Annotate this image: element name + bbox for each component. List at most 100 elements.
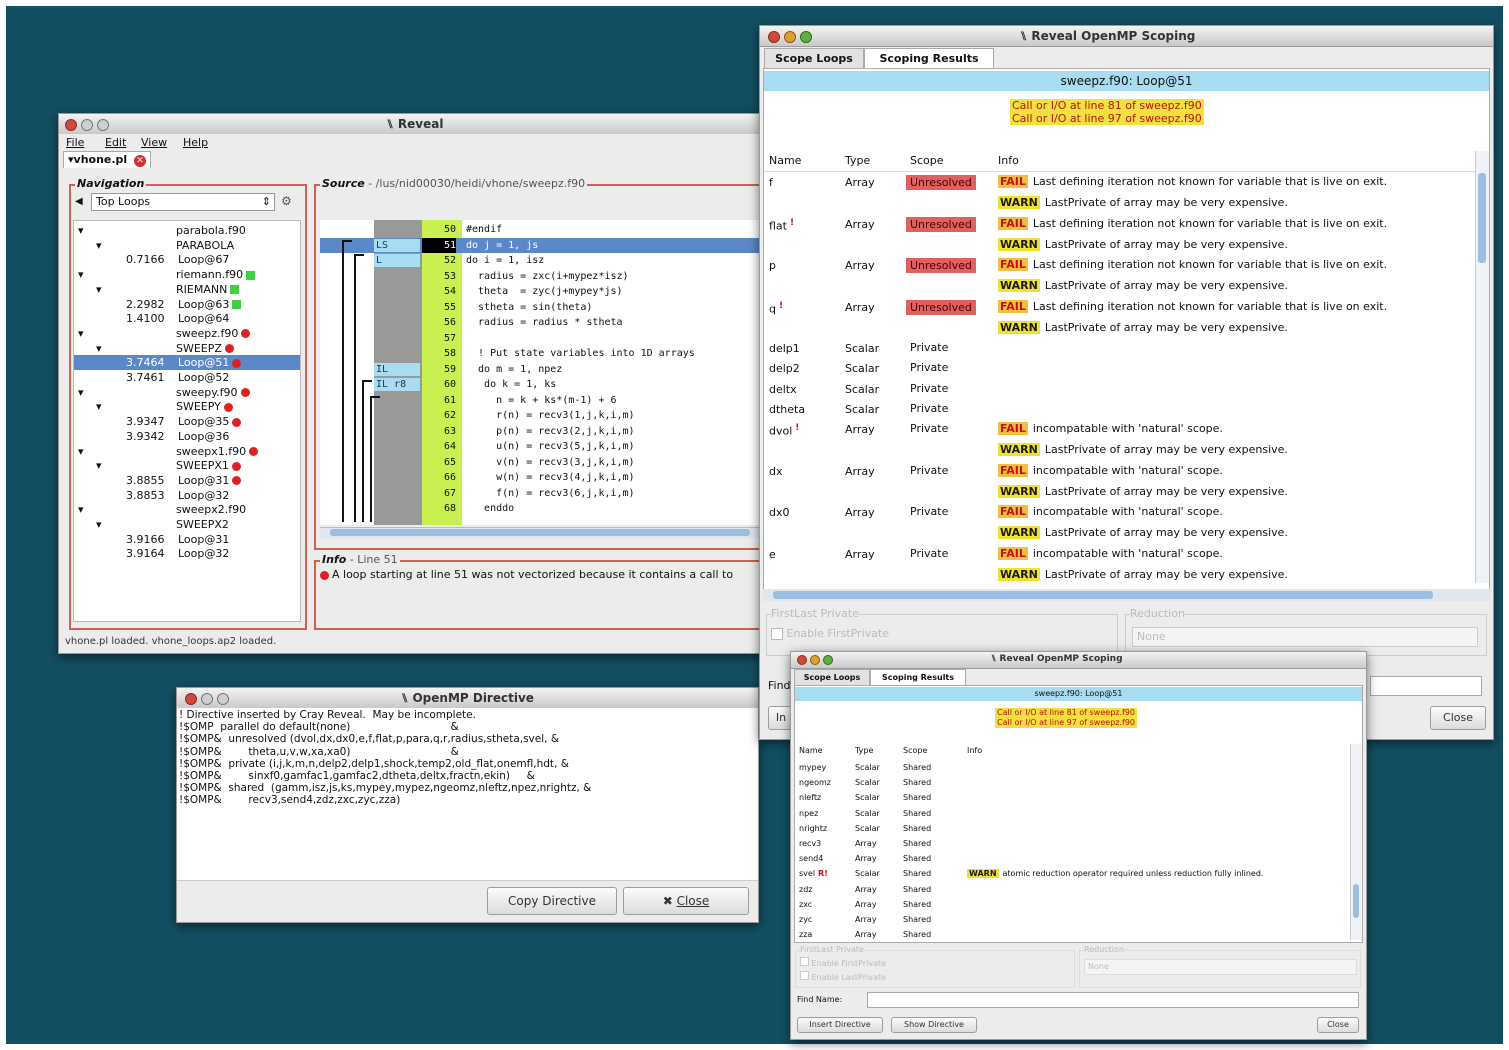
table-row[interactable]: deltx Scalar Private — [764, 380, 1475, 400]
nav-tree-item[interactable]: ▾ riemann.f90 — [74, 267, 300, 282]
table-row[interactable]: dx0 Array Private FAIL incompatable with 'na… — [764, 503, 1475, 545]
var-scope[interactable]: Shared — [903, 821, 931, 836]
close-tab-icon[interactable]: ✕ — [134, 155, 147, 167]
var-scope[interactable]: Shared — [903, 851, 931, 866]
tree-expand-icon[interactable]: ▾ — [78, 502, 84, 517]
insert-directive-button[interactable]: Insert Directive — [797, 1017, 883, 1033]
nav-tree-item[interactable]: ▾ sweepz.f90 — [74, 326, 300, 341]
table-row[interactable]: e Array Private FAIL incompatable with 'natu… — [764, 545, 1475, 583]
nav-tree-item[interactable]: 3.8855 Loop@31 — [74, 473, 300, 488]
var-scope[interactable]: Unresolved — [906, 175, 976, 190]
source-line[interactable]: 50 #endif — [320, 222, 771, 237]
reduction-select[interactable]: None — [1132, 627, 1478, 647]
source-line[interactable]: 67 f(n) = recv3(6,j,k,i,m) — [320, 486, 771, 501]
var-scope[interactable]: Unresolved — [906, 258, 976, 273]
table-row[interactable]: dvol! Array Private FAIL incompatable with '… — [764, 420, 1475, 462]
table-row[interactable]: flat! Array Unresolved FAIL Last defining it… — [764, 215, 1475, 257]
nav-select[interactable]: Top Loops ⇕ — [91, 193, 275, 211]
source-line[interactable]: IL r8 60 do k = 1, ks — [320, 377, 771, 392]
column-scope[interactable]: Scope — [903, 746, 927, 755]
source-line[interactable]: 55 stheta = sin(theta) — [320, 300, 771, 315]
nav-tree-item[interactable]: ▾ RIEMANN — [74, 282, 300, 297]
tab-scope-loops[interactable]: Scope Loops — [794, 669, 870, 685]
find-name-input[interactable] — [867, 992, 1359, 1008]
source-line[interactable]: 58 ! Put state variables into 1D arrays — [320, 346, 771, 361]
nav-tree-item[interactable]: 3.8853 Loop@32 — [74, 488, 300, 503]
nav-tree-item[interactable]: ▾ sweepy.f90 — [74, 385, 300, 400]
tree-expand-icon[interactable]: ▾ — [78, 267, 84, 282]
table-row[interactable]: q! Array Unresolved FAIL Last defining itera… — [764, 298, 1475, 340]
table-row[interactable]: delp2 Scalar Private — [764, 359, 1475, 379]
results-vscrollbar[interactable] — [1475, 151, 1489, 583]
source-hscroll-thumb[interactable] — [330, 529, 750, 536]
nav-tree-item[interactable]: ▾ parabola.f90 — [74, 223, 300, 238]
enable-firstprivate-checkbox[interactable]: Enable FirstPrivate — [771, 627, 889, 640]
nav-tree-item[interactable]: ▾ SWEEPX2 — [74, 517, 300, 532]
source-line[interactable]: IL 59 do m = 1, npez — [320, 362, 771, 377]
enable-firstprivate-checkbox[interactable]: Enable FirstPrivate — [800, 957, 886, 968]
var-scope[interactable]: Shared — [903, 882, 931, 897]
enable-lastprivate-checkbox[interactable]: Enable LastPrivate — [800, 971, 886, 982]
var-scope[interactable]: Private — [910, 382, 948, 395]
column-name[interactable]: Name — [769, 154, 801, 167]
table-row[interactable]: npez Scalar Shared — [795, 806, 1350, 821]
var-scope[interactable]: Shared — [903, 866, 931, 881]
source-line[interactable]: 65 v(n) = recv3(3,j,k,i,m) — [320, 455, 771, 470]
table-row[interactable]: delp1 Scalar Private — [764, 339, 1475, 359]
source-line[interactable]: 63 p(n) = recv3(2,j,k,i,m) — [320, 424, 771, 439]
hscroll-thumb[interactable] — [773, 591, 1433, 599]
source-line[interactable]: 57 — [320, 331, 771, 346]
tab-scoping-results[interactable]: Scoping Results — [870, 669, 966, 685]
nav-tree-item[interactable]: 3.7461 Loop@52 — [74, 370, 300, 385]
table-row[interactable]: svel R! Scalar Shared WARN atomic reduction o… — [795, 866, 1350, 881]
nav-tree-item[interactable]: ▾ SWEEPY — [74, 399, 300, 414]
var-scope[interactable]: Shared — [903, 790, 931, 805]
source-line[interactable]: 54 theta = zyc(j+mypey*js) — [320, 284, 771, 299]
menu-edit[interactable]: Edit — [105, 136, 126, 149]
nav-tree-item[interactable]: ▾ sweepx2.f90 — [74, 502, 300, 517]
tree-expand-icon[interactable]: ▾ — [96, 399, 102, 414]
var-scope[interactable]: Private — [910, 361, 948, 374]
var-scope[interactable]: Shared — [903, 897, 931, 912]
table-row[interactable]: zza Array Shared — [795, 927, 1350, 940]
results-vscrollbar[interactable] — [1350, 744, 1362, 940]
table-row[interactable]: dtheta Scalar Private — [764, 400, 1475, 420]
source-line[interactable]: 56 radius = radius * stheta — [320, 315, 771, 330]
var-scope[interactable]: Shared — [903, 836, 931, 851]
source-line[interactable]: 53 radius = zxc(i+mypez*isz) — [320, 269, 771, 284]
var-scope[interactable]: Unresolved — [906, 216, 976, 232]
tree-expand-icon[interactable]: ▾ — [78, 223, 84, 238]
nav-tree-item[interactable]: 3.9166 Loop@31 — [74, 532, 300, 547]
column-info[interactable]: Info — [998, 154, 1019, 167]
nav-tree-item[interactable]: 2.2982 Loop@63 — [74, 297, 300, 312]
tab-scoping-results[interactable]: Scoping Results — [864, 48, 994, 69]
table-row[interactable]: f Array Unresolved FAIL Last defining iterat… — [764, 173, 1475, 215]
nav-tree-item[interactable]: 3.9347 Loop@35 — [74, 414, 300, 429]
source-line[interactable]: 66 w(n) = recv3(4,j,k,i,m) — [320, 470, 771, 485]
nav-tree-item[interactable]: 3.9164 Loop@32 — [74, 546, 300, 561]
table-row[interactable]: nrightz Scalar Shared — [795, 821, 1350, 836]
var-scope[interactable]: Private — [910, 422, 948, 435]
table-row[interactable]: recv3 Array Shared — [795, 836, 1350, 851]
nav-tree-item[interactable]: ▾ SWEEPX1 — [74, 458, 300, 473]
tree-expand-icon[interactable]: ▾ — [78, 444, 84, 459]
table-row[interactable]: mypey Scalar Shared — [795, 760, 1350, 775]
table-row[interactable]: zyc Array Shared — [795, 912, 1350, 927]
var-scope[interactable]: Private — [910, 402, 948, 415]
copy-directive-button[interactable]: Copy Directive — [487, 887, 617, 915]
close-button[interactable]: Close — [1317, 1017, 1359, 1033]
vscroll-thumb[interactable] — [1478, 173, 1486, 263]
file-tab[interactable]: ▾vhone.pl ✕ — [63, 151, 152, 168]
close-button[interactable]: Close — [1430, 706, 1486, 730]
table-row[interactable]: send4 Array Shared — [795, 851, 1350, 866]
close-button[interactable]: ✖ Close — [623, 887, 749, 915]
vscroll-thumb[interactable] — [1353, 884, 1359, 918]
nav-back-icon[interactable]: ◀ — [75, 196, 83, 207]
tree-expand-icon[interactable]: ▾ — [78, 385, 84, 400]
tab-scope-loops[interactable]: Scope Loops — [764, 48, 864, 69]
var-scope[interactable]: Unresolved — [906, 299, 976, 315]
tree-expand-icon[interactable]: ▾ — [96, 458, 102, 473]
source-line[interactable]: L 52 do i = 1, isz — [320, 253, 771, 268]
nav-tree-item[interactable]: ▾ sweepx1.f90 — [74, 444, 300, 459]
column-type[interactable]: Type — [845, 154, 870, 167]
